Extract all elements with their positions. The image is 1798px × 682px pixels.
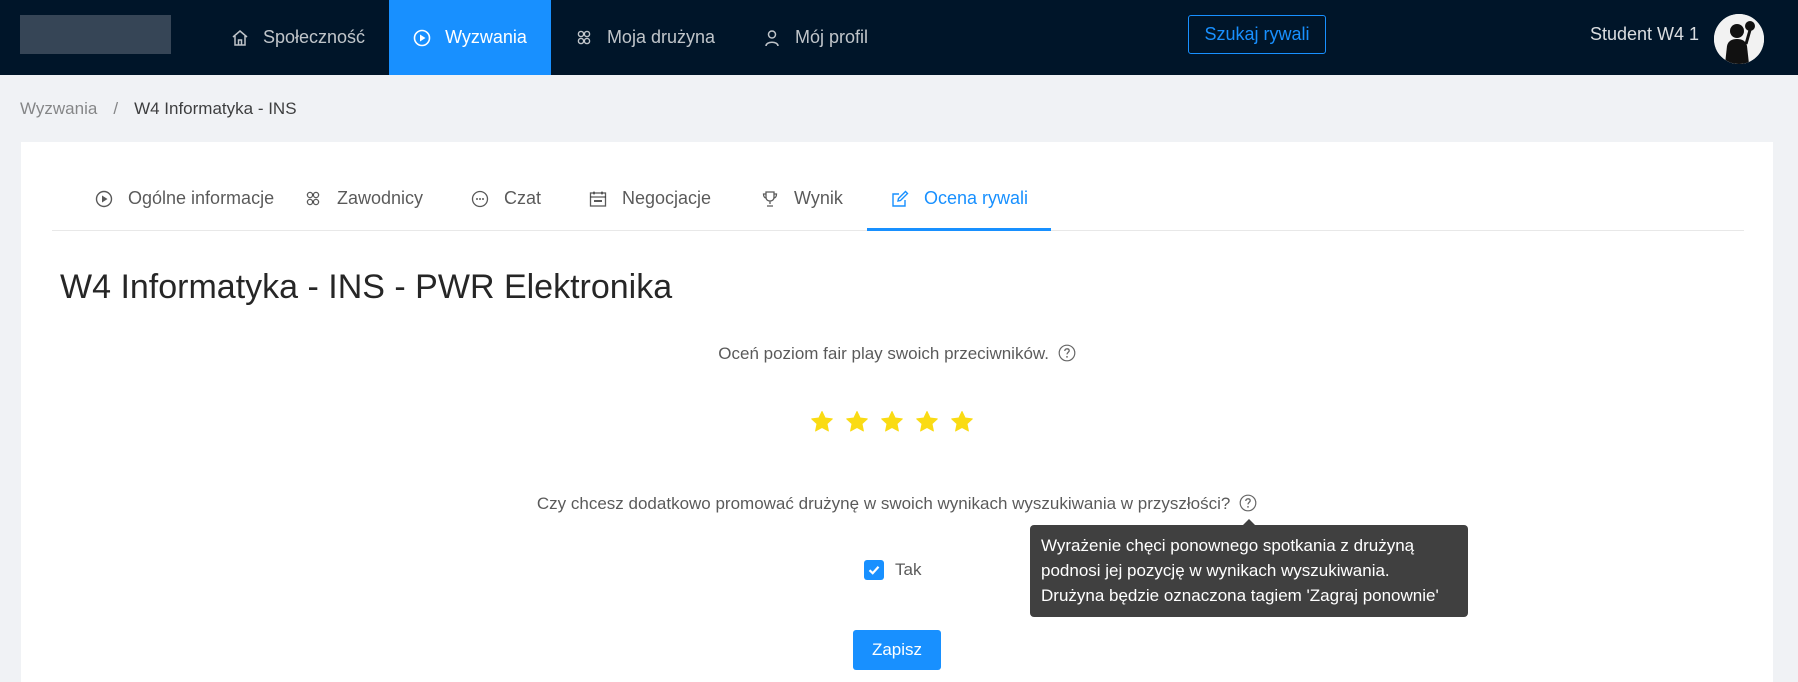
main-nav: Społeczność Wyzwania Moja drużyna Mój pr…	[207, 0, 892, 75]
search-rivals-button[interactable]: Szukaj rywali	[1188, 15, 1326, 54]
nav-item-wyzwania[interactable]: Wyzwania	[389, 0, 551, 75]
team-icon	[304, 190, 322, 208]
check-icon	[868, 566, 880, 575]
fair-play-rating	[810, 410, 974, 434]
nav-item-moja-druzyna[interactable]: Moja drużyna	[551, 0, 739, 75]
breadcrumb: Wyzwania / W4 Informatyka - INS	[20, 99, 297, 119]
nav-item-label: Moja drużyna	[606, 27, 715, 47]
calendar-icon	[589, 190, 607, 208]
fair-play-question-text: Oceń poziom fair play swoich przeciwnikó…	[718, 344, 1049, 363]
tab-wynik[interactable]: Wynik	[761, 188, 843, 231]
tab-bar: Ogólne informacje Zawodnicy Czat Negocja…	[52, 142, 1744, 231]
user-name[interactable]: Student W4 1	[1590, 24, 1699, 45]
tooltip-line: Drużyna będzie oznaczona tagiem 'Zagraj …	[1041, 586, 1439, 605]
question-circle-icon[interactable]	[1058, 344, 1076, 362]
message-icon	[471, 190, 489, 208]
nav-item-label: Mój profil	[795, 27, 869, 47]
breadcrumb-separator: /	[113, 99, 119, 118]
tab-czat[interactable]: Czat	[471, 188, 541, 231]
star-icon[interactable]	[880, 410, 904, 434]
tab-ogolne-informacje[interactable]: Ogólne informacje	[95, 188, 274, 231]
star-icon[interactable]	[845, 410, 869, 434]
star-icon[interactable]	[915, 410, 939, 434]
content-card: Ogólne informacje Zawodnicy Czat Negocja…	[21, 142, 1773, 682]
star-icon[interactable]	[950, 410, 974, 434]
home-icon	[231, 29, 249, 47]
play-circle-icon	[413, 29, 431, 47]
tab-ocena-rywali[interactable]: Ocena rywali	[891, 188, 1028, 231]
play-circle-icon	[95, 190, 113, 208]
checkbox-label[interactable]: Tak	[895, 560, 921, 580]
nav-item-label: Społeczność	[263, 27, 366, 47]
tab-label: Zawodnicy	[337, 188, 424, 208]
breadcrumb-item-current: W4 Informatyka - INS	[134, 99, 297, 118]
nav-item-moj-profil[interactable]: Mój profil	[739, 0, 892, 75]
tab-zawodnicy[interactable]: Zawodnicy	[304, 188, 423, 231]
logo[interactable]	[20, 15, 171, 54]
question-circle-icon[interactable]	[1239, 494, 1257, 512]
tab-label: Ocena rywali	[924, 188, 1029, 208]
tab-negocjacje[interactable]: Negocjacje	[589, 188, 711, 231]
nav-item-spolecznosc[interactable]: Społeczność	[207, 0, 389, 75]
team-icon	[575, 29, 593, 47]
edit-icon	[891, 190, 909, 208]
user-icon	[763, 29, 781, 47]
tab-label: Czat	[504, 188, 542, 208]
page-title: W4 Informatyka - INS - PWR Elektronika	[60, 268, 673, 306]
active-tab-indicator	[867, 228, 1051, 231]
promote-question: Czy chcesz dodatkowo promować drużynę w …	[21, 494, 1773, 514]
promote-checkbox-row[interactable]: Tak	[864, 560, 921, 580]
tab-label: Negocjacje	[622, 188, 712, 208]
breadcrumb-item-wyzwania[interactable]: Wyzwania	[20, 99, 97, 119]
tooltip-line: Wyrażenie chęci ponownego spotkania z dr…	[1041, 536, 1415, 555]
fair-play-question: Oceń poziom fair play swoich przeciwnikó…	[21, 344, 1773, 364]
trophy-icon	[761, 190, 779, 208]
avatar[interactable]	[1714, 14, 1764, 64]
top-header: Społeczność Wyzwania Moja drużyna Mój pr…	[0, 0, 1798, 75]
tab-label: Ogólne informacje	[128, 188, 275, 208]
star-icon[interactable]	[810, 410, 834, 434]
promote-tooltip: Wyrażenie chęci ponownego spotkania z dr…	[1030, 525, 1468, 617]
promote-question-text: Czy chcesz dodatkowo promować drużynę w …	[536, 494, 1231, 513]
promote-checkbox[interactable]	[864, 560, 884, 580]
save-button[interactable]: Zapisz	[853, 630, 941, 670]
nav-item-label: Wyzwania	[445, 27, 527, 47]
tooltip-line: podnosi jej pozycję w wynikach wyszukiwa…	[1041, 561, 1390, 580]
tab-label: Wynik	[794, 188, 843, 208]
